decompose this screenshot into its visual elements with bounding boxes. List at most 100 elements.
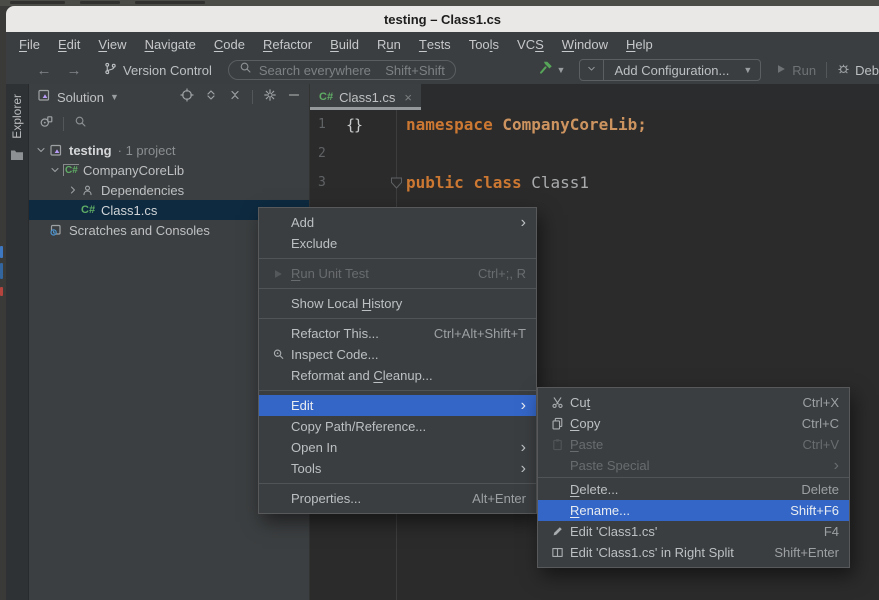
chevron-down-icon[interactable]: ▼	[557, 65, 566, 75]
inspect-code-icon	[265, 348, 291, 361]
menu-item-paste-special[interactable]: Paste Special›	[538, 455, 849, 476]
menubar-item-build[interactable]: Build	[321, 32, 368, 56]
gear-icon[interactable]	[263, 88, 277, 107]
menu-separator	[259, 318, 536, 319]
run-configuration-select[interactable]: Add Configuration... ▼	[579, 59, 761, 81]
version-control-label: Version Control	[123, 63, 212, 78]
code-line[interactable]: 1{}namespace CompanyCoreLib;	[310, 110, 879, 139]
tree-item-testing[interactable]: testing· 1 project	[29, 140, 309, 160]
menubar-item-tools[interactable]: Tools	[460, 32, 508, 56]
menubar-item-window[interactable]: Window	[553, 32, 617, 56]
menubar-item-view[interactable]: View	[89, 32, 135, 56]
menubar-item-tests[interactable]: Tests	[410, 32, 460, 56]
search-icon	[239, 61, 252, 79]
menu-item-open-in[interactable]: Open In›	[259, 437, 536, 458]
select-opened-file-icon[interactable]	[180, 88, 194, 107]
menubar-item-vcs[interactable]: VCS	[508, 32, 553, 56]
context-menu: Add›Exclude Run Unit TestCtrl+;, R Show Lo…	[258, 207, 537, 514]
code-line[interactable]: 3public class Class1	[310, 168, 879, 197]
collapse-all-icon[interactable]	[228, 88, 242, 107]
menu-shortcut: Ctrl+Alt+Shift+T	[434, 326, 526, 341]
csharp-file-icon: C#	[81, 204, 101, 216]
menu-shortcut: Shift+Enter	[774, 545, 839, 560]
menu-item-copy[interactable]: CopyCtrl+C	[538, 413, 849, 434]
desktop-artifact	[10, 1, 65, 4]
toolbar-divider	[826, 62, 827, 78]
tab-class1[interactable]: C# Class1.cs ×	[310, 84, 421, 110]
menu-item-label: Copy	[570, 416, 600, 431]
menu-item-exclude[interactable]: Exclude	[259, 233, 536, 254]
build-button[interactable]: ▼	[539, 60, 566, 80]
menu-item-properties[interactable]: Properties...Alt+Enter	[259, 488, 536, 509]
menubar-item-code[interactable]: Code	[205, 32, 254, 56]
window-titlebar[interactable]: testing – Class1.cs	[6, 6, 879, 32]
menu-item-label: Edit 'Class1.cs' in Right Split	[570, 545, 734, 560]
tree-item-label: Scratches and Consoles	[69, 223, 210, 238]
menu-item-label: Edit 'Class1.cs'	[570, 524, 657, 539]
menu-item-paste[interactable]: PasteCtrl+V	[538, 434, 849, 455]
chevron-down-icon[interactable]	[33, 144, 49, 156]
folder-icon[interactable]	[10, 148, 24, 166]
menu-item-refactor-this[interactable]: Refactor This...Ctrl+Alt+Shift+T	[259, 323, 536, 344]
menu-item-add[interactable]: Add›	[259, 212, 536, 233]
gutter	[340, 139, 396, 168]
chevron-down-icon[interactable]	[580, 60, 604, 80]
menu-item-label: Tools	[291, 461, 321, 476]
menu-item-inspect-code[interactable]: Inspect Code...	[259, 344, 536, 365]
namespace-braces-hint: {}	[346, 116, 362, 134]
menubar-item-refactor[interactable]: Refactor	[254, 32, 321, 56]
solution-view-title[interactable]: Solution	[57, 90, 104, 105]
hammer-icon	[539, 60, 554, 80]
menu-item-show-local-history[interactable]: Show Local History	[259, 293, 536, 314]
debug-button[interactable]: Deb	[837, 62, 879, 78]
menu-item-edit[interactable]: Edit›	[259, 395, 536, 416]
fold-marker-icon[interactable]	[390, 176, 403, 189]
dropdown-caret-icon[interactable]: ▼	[110, 92, 119, 102]
search-everywhere-box[interactable]: Search everywhere Shift+Shift	[228, 60, 456, 80]
menubar-item-file[interactable]: File	[10, 32, 49, 56]
tree-item-dependencies[interactable]: Dependencies	[29, 180, 309, 200]
locate-file-icon[interactable]	[39, 115, 53, 134]
menu-item-label: Run Unit Test	[291, 266, 369, 281]
menu-item-cut[interactable]: CutCtrl+X	[538, 392, 849, 413]
line-number: 3	[310, 175, 340, 190]
version-control-widget[interactable]: Version Control	[104, 62, 212, 78]
menu-item-reformat-and-cleanup[interactable]: Reformat and Cleanup...	[259, 365, 536, 386]
menu-item-delete[interactable]: Delete...Delete	[538, 479, 849, 500]
divider	[252, 90, 253, 104]
close-icon[interactable]: ×	[404, 90, 412, 105]
menubar-item-edit[interactable]: Edit	[49, 32, 89, 56]
menu-item-label: Reformat and Cleanup...	[291, 368, 433, 383]
dependencies-icon	[81, 184, 101, 197]
tool-window-stripe: Explorer	[6, 84, 29, 600]
menubar-item-navigate[interactable]: Navigate	[136, 32, 205, 56]
hide-panel-icon[interactable]	[287, 88, 301, 107]
menu-item-run-unit-test[interactable]: Run Unit TestCtrl+;, R	[259, 263, 536, 284]
search-shortcut-hint: Shift+Shift	[385, 63, 445, 78]
dropdown-caret-icon: ▼	[743, 65, 752, 75]
menu-item-copy-path-reference[interactable]: Copy Path/Reference...	[259, 416, 536, 437]
search-icon[interactable]	[74, 115, 87, 133]
tree-item-companycorelib[interactable]: C#CompanyCoreLib	[29, 160, 309, 180]
search-placeholder: Search everywhere	[259, 63, 371, 78]
menu-shortcut: Ctrl+V	[803, 437, 839, 452]
chevron-down-icon[interactable]	[47, 164, 63, 176]
line-number: 2	[310, 146, 340, 161]
run-icon	[775, 63, 787, 78]
menu-item-edit-class1-cs[interactable]: Edit 'Class1.cs'F4	[538, 521, 849, 542]
chevron-right-icon[interactable]	[65, 184, 81, 196]
menubar-item-run[interactable]: Run	[368, 32, 410, 56]
menubar-item-help[interactable]: Help	[617, 32, 662, 56]
code-line[interactable]: 2	[310, 139, 879, 168]
desktop-artifact	[0, 246, 3, 258]
expand-all-icon[interactable]	[204, 88, 218, 107]
menu-item-tools[interactable]: Tools›	[259, 458, 536, 479]
run-button[interactable]: Run	[775, 63, 816, 78]
forward-arrow-icon[interactable]: →	[64, 62, 84, 79]
menu-item-rename[interactable]: Rename...Shift+F6	[538, 500, 849, 521]
menu-item-edit-class1-cs-in-right-split[interactable]: Edit 'Class1.cs' in Right Split Shift+Ent…	[538, 542, 849, 563]
explorer-tool-window-tab[interactable]: Explorer	[10, 94, 24, 139]
menu-item-label: Cut	[570, 395, 590, 410]
back-arrow-icon[interactable]: ←	[34, 62, 54, 79]
main-toolbar: ← → Version Control Search everywhere Sh…	[6, 56, 879, 84]
